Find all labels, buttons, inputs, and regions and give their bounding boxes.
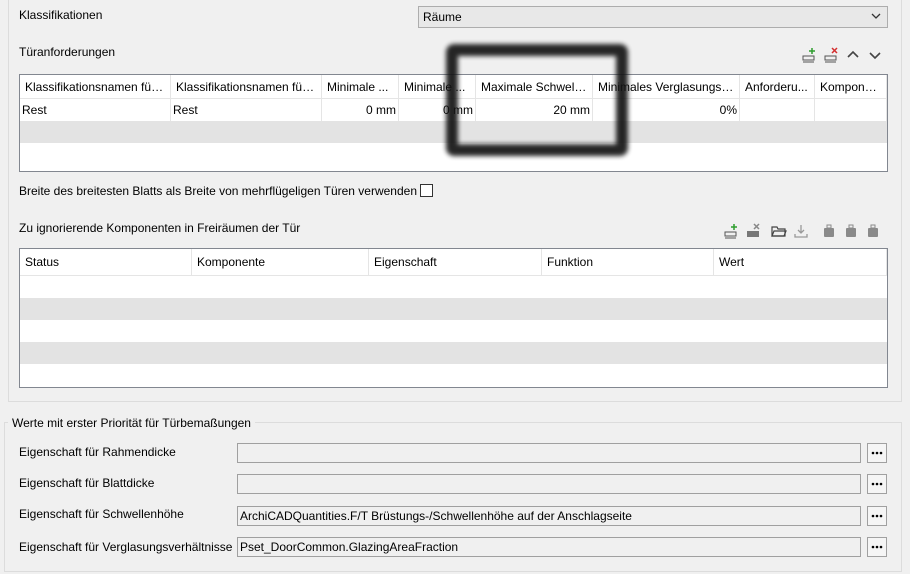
column-header[interactable]: Eigenschaft: [369, 249, 542, 275]
glazing-ratio-field[interactable]: Pset_DoorCommon.GlazingAreaFraction: [237, 537, 861, 557]
frame-thickness-field[interactable]: [237, 443, 861, 463]
ellipsis-icon: [871, 451, 883, 455]
empty-row: [20, 364, 887, 386]
package-icon[interactable]: [842, 222, 860, 240]
empty-row: [20, 342, 887, 364]
add-row-icon[interactable]: [722, 222, 740, 240]
table-cell[interactable]: 0 mm: [322, 99, 399, 121]
column-header[interactable]: Komponente: [192, 249, 369, 275]
leaf-thickness-browse-button[interactable]: [867, 474, 887, 494]
column-header[interactable]: Status: [20, 249, 192, 275]
table-header: Status Komponente Eigenschaft Funktion W…: [20, 249, 887, 276]
empty-row: [20, 276, 887, 298]
classification-dropdown-value: Räume: [423, 10, 462, 24]
ignored-components-title: Zu ignorierende Komponenten in Freiräume…: [19, 221, 301, 235]
column-header[interactable]: Minimale ...: [322, 75, 399, 98]
glazing-ratio-browse-button[interactable]: [867, 537, 887, 557]
column-header[interactable]: Klassifikationsnamen für ...: [20, 75, 171, 98]
leaf-thickness-label: Eigenschaft für Blattdicke: [19, 476, 155, 490]
delete-row-icon[interactable]: [822, 46, 840, 64]
door-requirements-toolbar: [800, 46, 884, 64]
move-up-icon[interactable]: [844, 46, 862, 64]
empty-row: [20, 320, 887, 342]
table-cell[interactable]: Rest: [171, 99, 322, 121]
threshold-height-label: Eigenschaft für Schwellenhöhe: [19, 507, 184, 521]
package-icon[interactable]: [820, 222, 838, 240]
column-header[interactable]: Kompone...: [815, 75, 887, 98]
ellipsis-icon: [871, 545, 883, 549]
classification-dropdown[interactable]: Räume: [418, 6, 888, 28]
column-header[interactable]: Wert: [714, 249, 887, 275]
ignored-components-table[interactable]: Status Komponente Eigenschaft Funktion W…: [19, 248, 888, 388]
download-icon[interactable]: [792, 222, 810, 240]
table-cell[interactable]: [740, 99, 815, 121]
widest-leaf-label: Breite des breitesten Blatts als Breite …: [19, 184, 417, 198]
widest-leaf-checkbox[interactable]: [420, 184, 433, 197]
table-cell[interactable]: [815, 99, 887, 121]
frame-thickness-browse-button[interactable]: [867, 443, 887, 463]
highlight-annotation: [446, 44, 628, 156]
empty-row: [20, 298, 887, 320]
dropdown-chevron-icon: [871, 13, 881, 19]
glazing-ratio-label: Eigenschaft für Verglasungsverhältnisse: [19, 540, 233, 554]
move-down-icon[interactable]: [866, 46, 884, 64]
folder-open-icon[interactable]: [770, 222, 788, 240]
threshold-height-field[interactable]: ArchiCADQuantities.F/T Brüstungs-/Schwel…: [237, 506, 861, 526]
threshold-height-browse-button[interactable]: [867, 506, 887, 526]
add-row-icon[interactable]: [800, 46, 818, 64]
column-header[interactable]: Anforderu...: [740, 75, 815, 98]
column-header[interactable]: Klassifikationsnamen für ...: [171, 75, 322, 98]
leaf-thickness-field[interactable]: [237, 474, 861, 494]
delete-row-icon[interactable]: [744, 222, 762, 240]
ignored-components-toolbar: [722, 222, 882, 240]
frame-thickness-label: Eigenschaft für Rahmendicke: [19, 445, 176, 459]
classification-label: Klassifikationen: [19, 8, 103, 22]
column-header[interactable]: Funktion: [542, 249, 714, 275]
ellipsis-icon: [871, 514, 883, 518]
priority-values-title: Werte mit erster Priorität für Türbemaßu…: [8, 416, 255, 430]
package-icon[interactable]: [864, 222, 882, 240]
table-cell[interactable]: Rest: [20, 99, 171, 121]
ellipsis-icon: [871, 482, 883, 486]
door-requirements-title: Türanforderungen: [19, 45, 116, 59]
